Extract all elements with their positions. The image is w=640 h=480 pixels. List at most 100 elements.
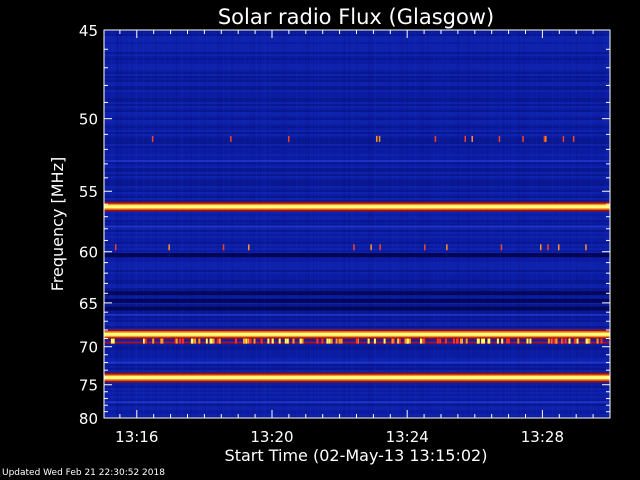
burst-marker [522,135,524,142]
noise-column [518,30,520,418]
interference-burst [260,338,263,344]
noise-column [198,30,200,418]
noise-column [467,30,469,418]
noise-column [406,30,408,418]
interference-burst [271,338,274,344]
noise-column [190,30,192,418]
noise-column [374,30,376,418]
interference-burst [190,338,193,344]
noise-column [506,30,508,418]
noise-column [511,30,513,418]
noise-column [157,30,159,418]
noise-column [570,30,572,418]
noise-column [402,30,404,418]
interference-burst [420,338,422,344]
noise-column [487,30,488,418]
noise-texture [104,30,610,418]
interference-burst [179,338,182,344]
noise-column [442,30,444,418]
interference-burst [205,338,208,344]
noise-column [220,30,222,418]
interference-burst [152,338,155,344]
y-tick-label: 70 [79,339,98,357]
noise-column [508,30,510,418]
interference-burst [216,338,219,344]
interference-burst [316,338,319,344]
y-tick-label: 50 [79,111,98,129]
noise-column [263,30,265,418]
y-tick-label: 55 [79,183,98,201]
noise-column [392,30,394,418]
band-line [104,160,610,162]
noise-column [422,30,424,418]
noise-column [368,30,369,418]
noise-column [267,30,269,418]
noise-column [110,30,112,418]
interference-burst [526,338,529,344]
bright-band-core [104,332,610,336]
noise-column [213,30,215,418]
interference-burst [588,338,591,344]
interference-burst [212,338,215,344]
interference-burst [249,338,252,344]
burst-marker [547,244,549,251]
burst-marker [562,135,565,142]
interference-burst [547,338,550,344]
noise-column [458,30,460,418]
x-tick-label: 13:20 [250,428,293,446]
noise-column [598,30,600,418]
interference-burst [439,338,442,344]
noise-column [143,30,145,418]
noise-column [120,30,122,418]
noise-column [595,30,597,418]
dark-band [104,291,610,296]
noise-column [576,30,578,418]
noise-column [348,30,350,418]
interference-burst [483,338,485,344]
noise-column [351,30,353,418]
noise-column [285,30,287,418]
interference-burst [161,338,164,344]
noise-column [369,30,371,418]
burst-marker [585,244,587,251]
update-timestamp: Updated Wed Feb 21 22:30:52 2018 [2,468,165,478]
y-axis-label: Frequency [MHz] [48,157,67,291]
interference-burst [501,338,504,344]
interference-burst [383,338,386,344]
interference-burst [218,338,221,344]
burst-marker [379,244,381,251]
noise-column [535,30,537,418]
interference-burst [517,338,520,344]
interference-burst [292,338,295,344]
band-line [104,400,610,403]
noise-column [318,30,319,418]
noise-column [268,30,270,418]
interference-burst [408,338,411,344]
noise-column [256,30,258,418]
interference-burst [555,338,558,344]
noise-column [249,30,251,418]
bright-band-core [104,205,610,209]
interference-burst [194,338,197,344]
noise-column [217,30,219,418]
dark-band [104,306,610,311]
x-tick-label: 13:16 [115,428,158,446]
interference-burst [574,338,577,344]
noise-column [469,30,470,418]
interference-burst [568,338,571,344]
interference-burst [110,338,113,344]
burst-marker [464,135,466,142]
burst-marker [370,244,372,251]
interference-burst [175,338,178,344]
noise-column [564,30,566,418]
x-tick-label: 13:28 [521,428,564,446]
interference-burst [326,338,329,344]
noise-column [559,30,561,418]
burst-marker [500,244,503,251]
noise-column [135,30,137,418]
noise-column [112,30,114,418]
noise-column [282,30,284,418]
burst-marker [151,135,154,142]
noise-column [457,30,459,418]
bright-band-core [104,376,610,380]
